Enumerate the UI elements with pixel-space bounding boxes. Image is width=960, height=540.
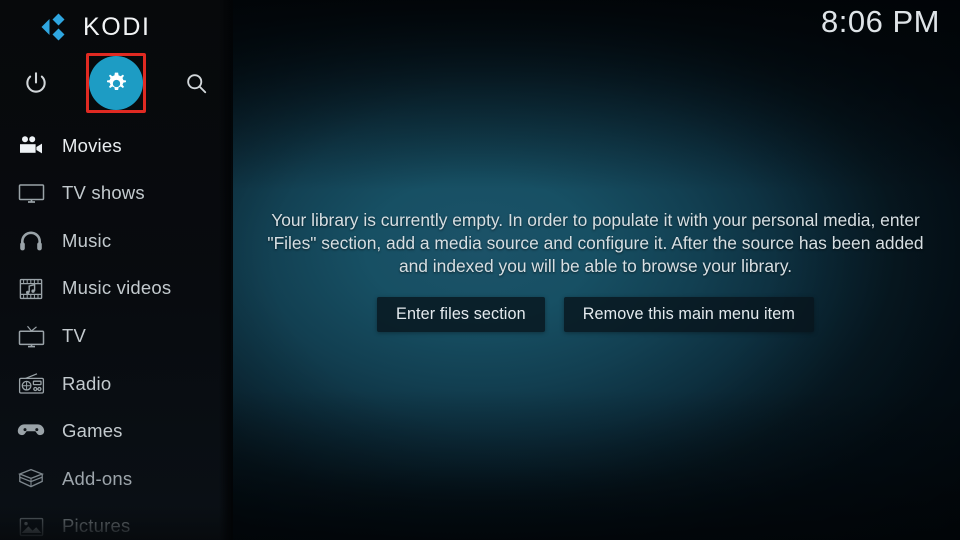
sidebar-item-movies[interactable]: Movies — [0, 122, 231, 170]
sidebar-item-games[interactable]: Games — [0, 408, 231, 456]
headphones-icon — [12, 226, 50, 256]
sidebar-item-radio[interactable]: Radio — [0, 360, 231, 408]
sidebar-item-label: Games — [62, 420, 123, 442]
sidebar-item-label: Radio — [62, 372, 112, 394]
sidebar-item-label: Music — [62, 229, 112, 251]
sidebar-item-pictures[interactable]: Pictures — [0, 503, 231, 540]
sidebar-item-tv-shows[interactable]: TV shows — [0, 170, 231, 218]
sidebar-item-label: Music videos — [62, 277, 172, 299]
sidebar-item-tv[interactable]: TV — [0, 312, 231, 360]
kodi-home-screen: 8:06 PM KODI Movies TV shows Music Music… — [0, 0, 960, 540]
settings-button[interactable] — [86, 53, 146, 113]
kodi-logo-icon — [41, 13, 65, 41]
sidebar-item-label: Add-ons — [62, 467, 133, 489]
search-button[interactable] — [166, 53, 226, 113]
sidebar-item-label: TV — [62, 324, 87, 346]
empty-library-message: Your library is currently empty. In orde… — [267, 209, 924, 276]
sidebar-item-label: TV shows — [62, 182, 145, 204]
settings-circle — [89, 56, 143, 110]
search-icon — [186, 73, 206, 93]
sidebar-item-music[interactable]: Music — [0, 217, 231, 265]
sidebar-item-music-videos[interactable]: Music videos — [0, 265, 231, 313]
main-menu: Movies TV shows Music Music videos TV Ra… — [0, 122, 231, 540]
television-icon — [12, 178, 50, 208]
gamepad-icon — [12, 416, 50, 446]
sidebar-item-label: Pictures — [62, 515, 131, 537]
gear-icon — [106, 72, 126, 90]
addon-box-icon — [12, 464, 50, 494]
sidebar: KODI Movies TV shows Music Music videos … — [0, 0, 233, 540]
power-button[interactable] — [6, 53, 66, 113]
tv-antenna-icon — [12, 321, 50, 351]
movie-camera-icon — [12, 131, 50, 161]
picture-icon — [12, 512, 50, 540]
film-music-icon — [12, 274, 50, 304]
sidebar-item-add-ons[interactable]: Add-ons — [0, 455, 231, 503]
app-name: KODI — [83, 12, 151, 41]
enter-files-section-button[interactable]: Enter files section — [377, 296, 545, 332]
kodi-logo: KODI — [40, 12, 151, 42]
radio-icon — [12, 369, 50, 399]
sidebar-item-label: Movies — [62, 134, 122, 156]
main-content: Your library is currently empty. In orde… — [231, 0, 960, 540]
action-buttons: Enter files section Remove this main men… — [377, 296, 814, 332]
remove-main-menu-item-button[interactable]: Remove this main menu item — [563, 296, 814, 332]
sidebar-top-actions — [0, 53, 231, 113]
power-icon — [26, 72, 46, 93]
